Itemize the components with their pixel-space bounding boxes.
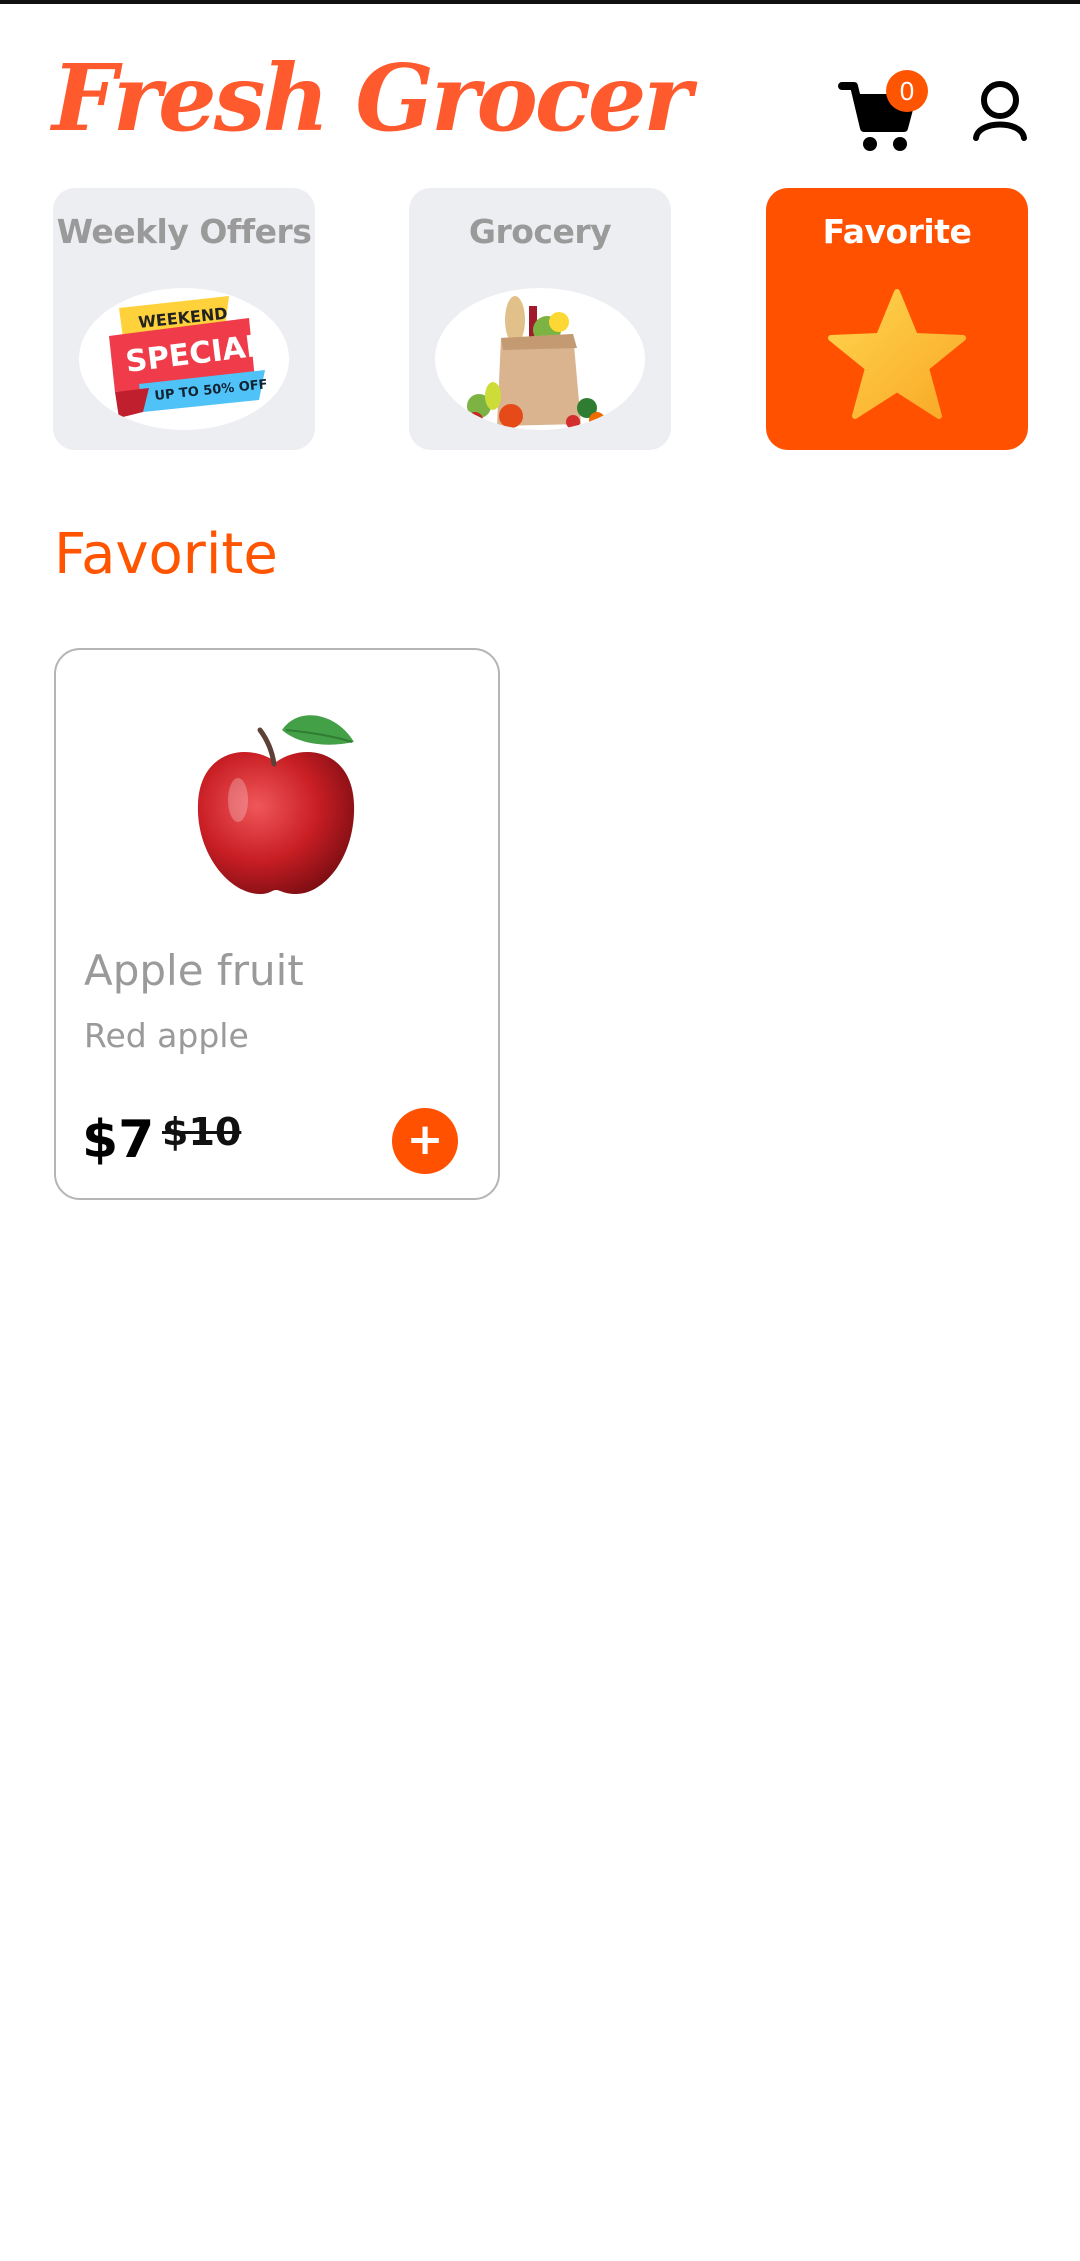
category-tile-grocery[interactable]: Grocery (409, 188, 671, 450)
category-label: Favorite (822, 212, 972, 251)
product-old-price: $10 (162, 1110, 242, 1154)
category-tile-favorite[interactable]: Favorite (766, 188, 1028, 450)
user-icon (973, 81, 1027, 141)
star-icon (828, 289, 966, 419)
product-description: Red apple (84, 1016, 249, 1055)
section-title: Favorite (54, 522, 278, 587)
weekend-specials-banner: WEEKEND SPECIALS UP TO 50% OFF (79, 288, 289, 430)
app-header: Fresh Grocer 0 (0, 4, 1080, 184)
add-to-cart-button[interactable]: + (392, 1108, 458, 1174)
profile-button[interactable] (968, 76, 1032, 156)
category-label: Grocery (468, 212, 612, 251)
app-logo: Fresh Grocer (52, 44, 692, 152)
category-tile-weekly-offers[interactable]: Weekly Offers WEEKEND SPECIALS UP TO 50%… (53, 188, 315, 450)
grocery-bag-image (435, 288, 645, 430)
red-apple-image (197, 715, 355, 894)
product-card[interactable]: Apple fruit Red apple $7 $10 + (54, 648, 500, 1200)
product-name: Apple fruit (84, 946, 304, 995)
cart-button[interactable]: 0 (830, 66, 930, 166)
product-price: $7 (82, 1110, 155, 1170)
category-label: Weekly Offers (56, 212, 312, 251)
cart-count-badge: 0 (886, 70, 928, 112)
